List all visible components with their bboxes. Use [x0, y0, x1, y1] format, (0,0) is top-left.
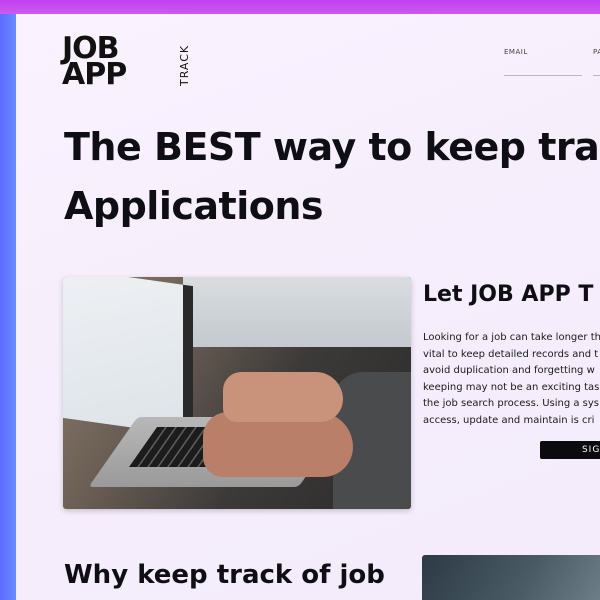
logo[interactable]: JOB APP TRACK [62, 34, 191, 96]
email-field[interactable]: EMAIL [504, 46, 582, 76]
why-title: Why keep track of job [64, 560, 385, 590]
intro-title: Let JOB APP T [423, 282, 594, 307]
laptop-typing-image [63, 277, 411, 509]
intro-line: avoid duplication and forgetting w [423, 365, 595, 376]
page-title: The BEST way to keep track Applications [64, 118, 600, 236]
email-label: EMAIL [504, 48, 528, 56]
signup-button[interactable]: SIGN [540, 441, 600, 459]
password-label: PA [593, 48, 600, 56]
laptop-screen-shape [63, 277, 193, 437]
intro-line: vital to keep detailed records and t [423, 348, 599, 360]
monitor-shape [183, 277, 411, 347]
password-field[interactable]: PA [593, 46, 600, 76]
landing-page: JOB APP TRACK EMAIL PA The BEST way to k… [16, 14, 600, 600]
intro-body: Looking for a job can take longer th vit… [423, 330, 600, 429]
headline-line-2: Applications [64, 184, 324, 228]
secondary-image [422, 555, 600, 600]
hand-shape-upper [223, 372, 343, 422]
intro-line: Looking for a job can take longer th [423, 332, 600, 343]
logo-app: APP [62, 57, 127, 92]
logo-track: TRACK [178, 44, 191, 86]
headline-line-1: The BEST way to keep track [64, 125, 600, 169]
intro-line: keeping may not be an exciting tas [423, 381, 600, 393]
intro-line: the job search process. Using a sys [423, 398, 600, 409]
intro-line: access, update and maintain is cri [423, 414, 595, 426]
